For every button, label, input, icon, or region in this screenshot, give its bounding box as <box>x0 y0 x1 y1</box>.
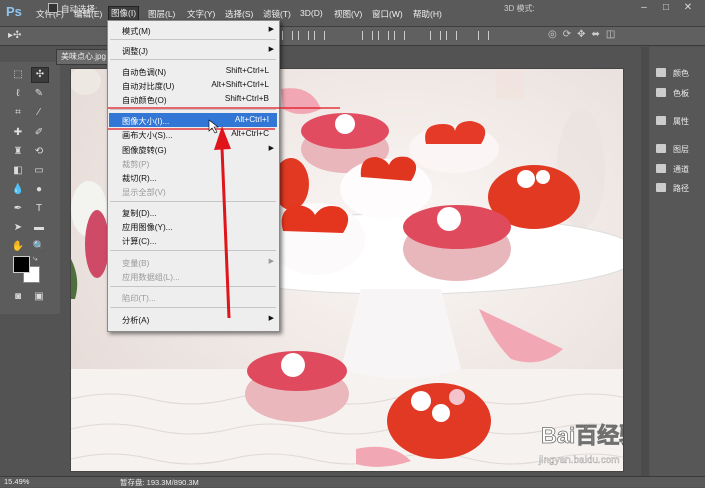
annotation-overlay <box>108 107 340 319</box>
foreground-color-swatch[interactable] <box>13 256 30 273</box>
annotation-arrow-shaft <box>220 147 231 319</box>
mouse-cursor-icon <box>208 119 219 134</box>
